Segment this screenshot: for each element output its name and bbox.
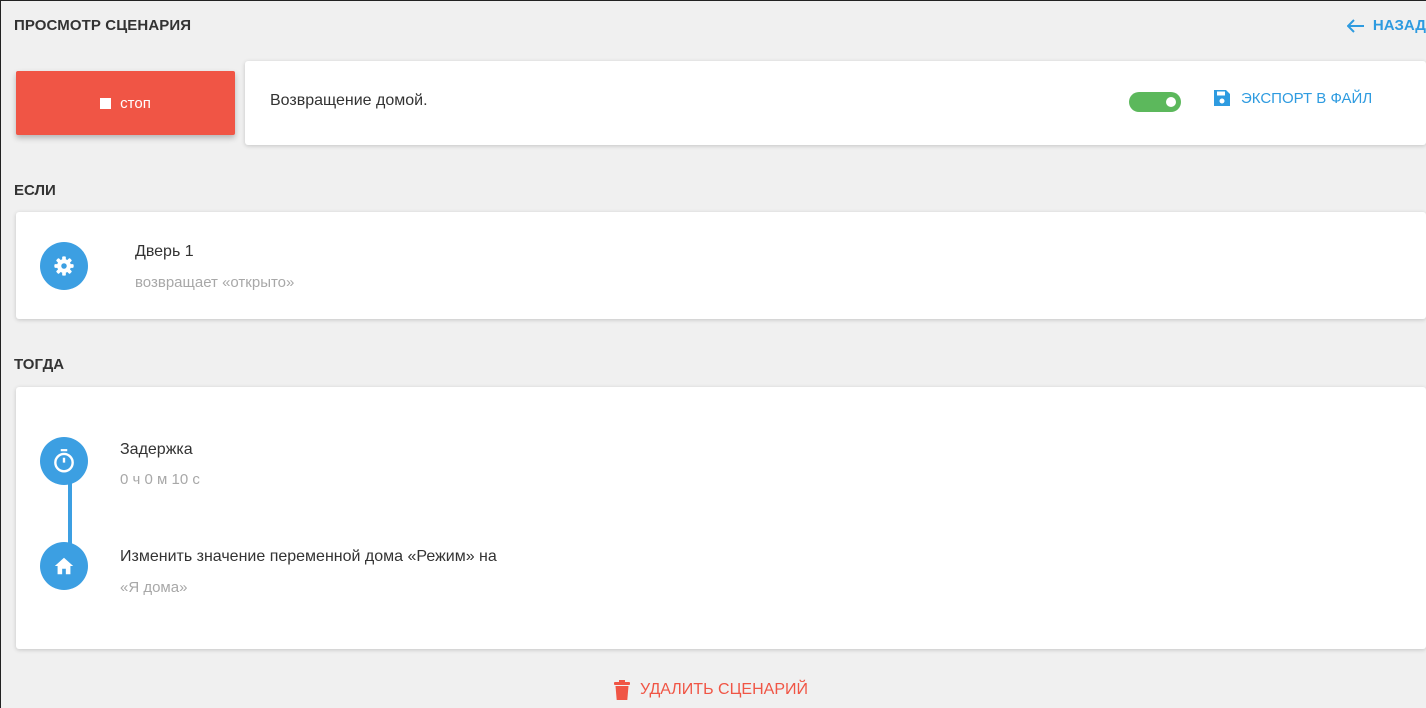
arrow-left-icon <box>1346 18 1364 33</box>
condition-icon-circle <box>40 242 88 290</box>
if-section-label: ЕСЛИ <box>14 182 56 199</box>
timer-icon <box>54 449 74 473</box>
action-subtitle: «Я дома» <box>120 579 188 596</box>
condition-title: Дверь 1 <box>135 243 194 260</box>
enabled-toggle[interactable] <box>1129 92 1181 112</box>
action-title: Задержка <box>120 441 193 458</box>
home-icon <box>54 557 74 575</box>
export-button[interactable]: ЭКСПОРТ В ФАЙЛ <box>1213 89 1372 107</box>
delete-scenario-button[interactable]: УДАЛИТЬ СЦЕНАРИЙ <box>614 680 808 700</box>
export-label: ЭКСПОРТ В ФАЙЛ <box>1241 89 1373 107</box>
action-icon-circle <box>40 437 88 485</box>
action-icon-circle <box>40 542 88 590</box>
scenario-name: Возвращение домой. <box>270 92 428 109</box>
back-label: НАЗАД <box>1372 17 1426 34</box>
conditions-card: Дверь 1 возвращает «открыто» <box>16 212 1426 319</box>
delete-label: УДАЛИТЬ СЦЕНАРИЙ <box>640 681 808 698</box>
action-title: Изменить значение переменной дома «Режим… <box>120 548 497 565</box>
page-title: ПРОСМОТР СЦЕНАРИЯ <box>14 17 192 34</box>
stop-label: стоп <box>120 94 151 112</box>
scenario-header-card: Возвращение домой. ЭКСПОРТ В ФАЙЛ <box>245 61 1426 145</box>
gear-icon <box>54 256 74 276</box>
trash-icon <box>614 680 630 700</box>
actions-card: Задержка 0 ч 0 м 10 с Изменить значение … <box>16 387 1426 649</box>
condition-subtitle: возвращает «открыто» <box>135 274 295 291</box>
stop-button[interactable]: стоп <box>16 71 235 135</box>
stop-icon <box>100 97 112 109</box>
action-subtitle: 0 ч 0 м 10 с <box>120 471 200 488</box>
save-icon <box>1214 90 1230 106</box>
back-button[interactable]: НАЗАД <box>1346 17 1426 34</box>
toggle-knob <box>1166 97 1176 107</box>
then-section-label: ТОГДА <box>14 356 65 373</box>
